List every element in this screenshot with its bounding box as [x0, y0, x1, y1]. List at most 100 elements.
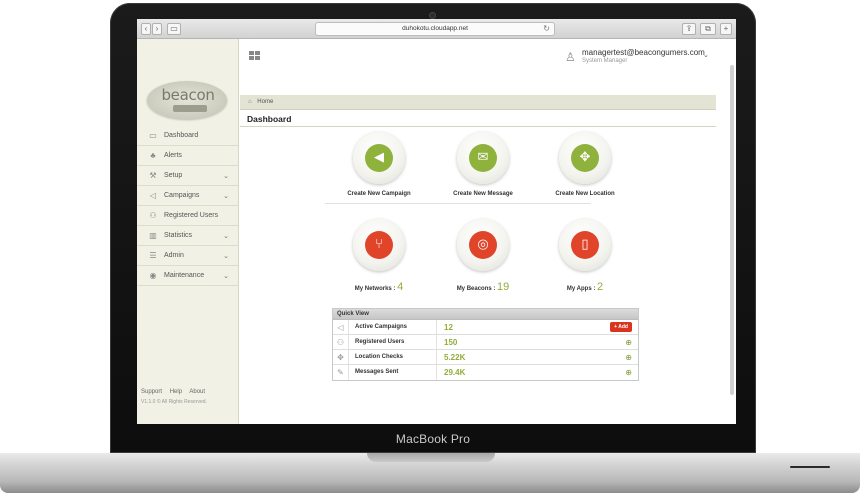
- sidebar-item-label: Alerts: [164, 152, 182, 159]
- chevron-down-icon: ⌄: [223, 253, 229, 260]
- tabs-button[interactable]: ⧉: [700, 23, 716, 35]
- user-role: System Manager: [582, 58, 628, 64]
- sidebar-icon: ▭: [170, 24, 178, 33]
- support-link[interactable]: Support: [141, 389, 162, 395]
- create-message-tile[interactable]: ✉ Create New Message: [429, 132, 519, 212]
- sidebar-item-label: Admin: [164, 252, 184, 259]
- screen: ‹ › ▭ duhokotu.cloudapp.net ↻ ⇪ ⧉ + beac…: [137, 19, 736, 424]
- grid-menu-icon[interactable]: [249, 51, 261, 61]
- device-brand-label: MacBook Pro: [395, 432, 471, 446]
- quick-view-table: Quick View ◁ Active Campaigns 12 + Add ⚇…: [332, 308, 639, 381]
- sidebar-item-label: Campaigns: [164, 192, 200, 199]
- title-divider: [240, 126, 716, 127]
- plus-icon: +: [723, 24, 729, 33]
- list-icon: ☰: [149, 251, 157, 260]
- zoom-in-icon[interactable]: ⊕: [625, 338, 632, 347]
- create-campaign-tile[interactable]: ◀ Create New Campaign: [325, 132, 415, 212]
- browser-toolbar: ‹ › ▭ duhokotu.cloudapp.net ↻ ⇪ ⧉ +: [137, 19, 736, 39]
- row-label: Messages Sent: [349, 365, 437, 380]
- tile-label: Create New Location: [555, 191, 615, 197]
- megaphone-icon: ◁: [333, 319, 349, 335]
- forward-button[interactable]: ›: [152, 23, 162, 35]
- url-text: duhokotu.cloudapp.net: [402, 25, 468, 32]
- my-apps-tile[interactable]: ▯ My Apps : 2: [531, 219, 621, 299]
- chevron-right-icon: ›: [155, 24, 159, 33]
- sidebar-item-setup[interactable]: ⚒ Setup ⌄: [137, 166, 239, 186]
- breadcrumb: ⌂ Home: [240, 95, 716, 110]
- zoom-in-icon[interactable]: ⊕: [625, 353, 632, 362]
- monitor-icon: ▭: [149, 131, 157, 140]
- my-beacons-tile[interactable]: ◎ My Beacons : 19: [429, 219, 519, 299]
- tile-ring: ◎: [457, 219, 509, 271]
- reload-icon[interactable]: ↻: [543, 23, 550, 35]
- user-email[interactable]: managertest@beacongumers.com: [582, 48, 705, 57]
- megaphone-icon: ◁: [149, 191, 157, 200]
- base-slit: [790, 466, 830, 468]
- sidebar-item-statistics[interactable]: ▥ Statistics ⌄: [137, 226, 239, 246]
- bell-icon: ♣: [150, 151, 156, 160]
- sidebar-item-label: Setup: [164, 172, 183, 179]
- breadcrumb-home[interactable]: Home: [257, 99, 273, 105]
- sidebar-item-registered-users[interactable]: ⚇ Registered Users: [137, 206, 239, 226]
- edit-icon: ✎: [333, 365, 349, 380]
- apps-count: 2: [597, 281, 604, 293]
- chevron-down-icon[interactable]: ⌄: [703, 51, 709, 59]
- sidebar-item-label: Dashboard: [164, 132, 199, 139]
- help-link[interactable]: Help: [170, 389, 182, 395]
- row-value: 29.4K: [444, 368, 466, 377]
- copyright-text: V1.1.0 © All Rights Reserved.: [141, 399, 207, 405]
- about-link[interactable]: About: [189, 389, 205, 395]
- row-value: 150: [444, 337, 458, 347]
- sidebar: beacon ▭ Dashboard ♣ Alerts ⚒ Setup ⌄ ◁ …: [137, 39, 239, 424]
- table-row: ⚇ Registered Users 150 ⊕: [333, 334, 638, 350]
- sidebar-item-alerts[interactable]: ♣ Alerts: [137, 146, 239, 166]
- tiles-divider: [325, 203, 591, 204]
- tile-label: My Networks : 4: [354, 281, 404, 293]
- zoom-in-icon[interactable]: ⊕: [625, 368, 632, 377]
- sidebar-item-maintenance[interactable]: ◉ Maintenance ⌄: [137, 266, 239, 286]
- sidebar-item-label: Registered Users: [164, 212, 219, 219]
- sidebar-item-campaigns[interactable]: ◁ Campaigns ⌄: [137, 186, 239, 206]
- my-networks-tile[interactable]: ⑂ My Networks : 4: [325, 219, 415, 299]
- share-button[interactable]: ⇪: [682, 23, 696, 35]
- footer-links: Support Help About: [141, 389, 239, 395]
- tile-ring: ▯: [559, 219, 611, 271]
- crosshair-icon: ✥: [571, 144, 599, 172]
- logo[interactable]: beacon: [145, 81, 231, 121]
- app-header: ♙ managertest@beacongumers.com System Ma…: [240, 39, 736, 83]
- users-icon: ⚇: [333, 334, 349, 350]
- chevron-down-icon: ⌄: [223, 273, 229, 280]
- create-location-tile[interactable]: ✥ Create New Location: [531, 132, 621, 212]
- page-title: Dashboard: [247, 114, 292, 124]
- tile-label: Create New Message: [453, 191, 513, 197]
- new-tab-button[interactable]: +: [720, 23, 732, 35]
- back-button[interactable]: ‹: [141, 23, 151, 35]
- home-icon[interactable]: ⌂: [248, 99, 252, 105]
- scrollbar[interactable]: [730, 65, 734, 395]
- sidebar-item-admin[interactable]: ☰ Admin ⌄: [137, 246, 239, 266]
- table-row: ✎ Messages Sent 29.4K ⊕: [333, 365, 638, 380]
- sidebar-toggle-button[interactable]: ▭: [167, 23, 181, 35]
- logo-subtitle-bar: [173, 105, 207, 112]
- tile-label: My Beacons : 19: [456, 281, 510, 293]
- networks-count: 4: [397, 281, 404, 293]
- tile-ring: ◀: [353, 132, 405, 184]
- tile-label: My Apps : 2: [566, 281, 604, 293]
- users-icon: ⚇: [149, 211, 157, 220]
- megaphone-icon: ◀: [365, 144, 393, 172]
- sidebar-item-dashboard[interactable]: ▭ Dashboard: [137, 126, 239, 146]
- crosshair-icon: ✥: [333, 349, 349, 365]
- logo-text: beacon: [161, 86, 215, 104]
- sidebar-nav: ▭ Dashboard ♣ Alerts ⚒ Setup ⌄ ◁ Campaig…: [137, 126, 239, 286]
- row-label: Registered Users: [349, 334, 437, 350]
- sidebar-item-label: Maintenance: [164, 272, 205, 279]
- mobile-icon: ▯: [571, 231, 599, 259]
- table-row: ◁ Active Campaigns 12 + Add: [333, 319, 638, 335]
- add-campaign-button[interactable]: + Add: [610, 322, 632, 332]
- quick-view-title: Quick View: [333, 309, 638, 320]
- url-field[interactable]: duhokotu.cloudapp.net ↻: [315, 22, 555, 36]
- network-icon: ⑂: [365, 231, 393, 259]
- wrench-icon: ⚒: [149, 171, 157, 180]
- row-label: Active Campaigns: [349, 319, 437, 335]
- tabs-icon: ⧉: [705, 24, 711, 33]
